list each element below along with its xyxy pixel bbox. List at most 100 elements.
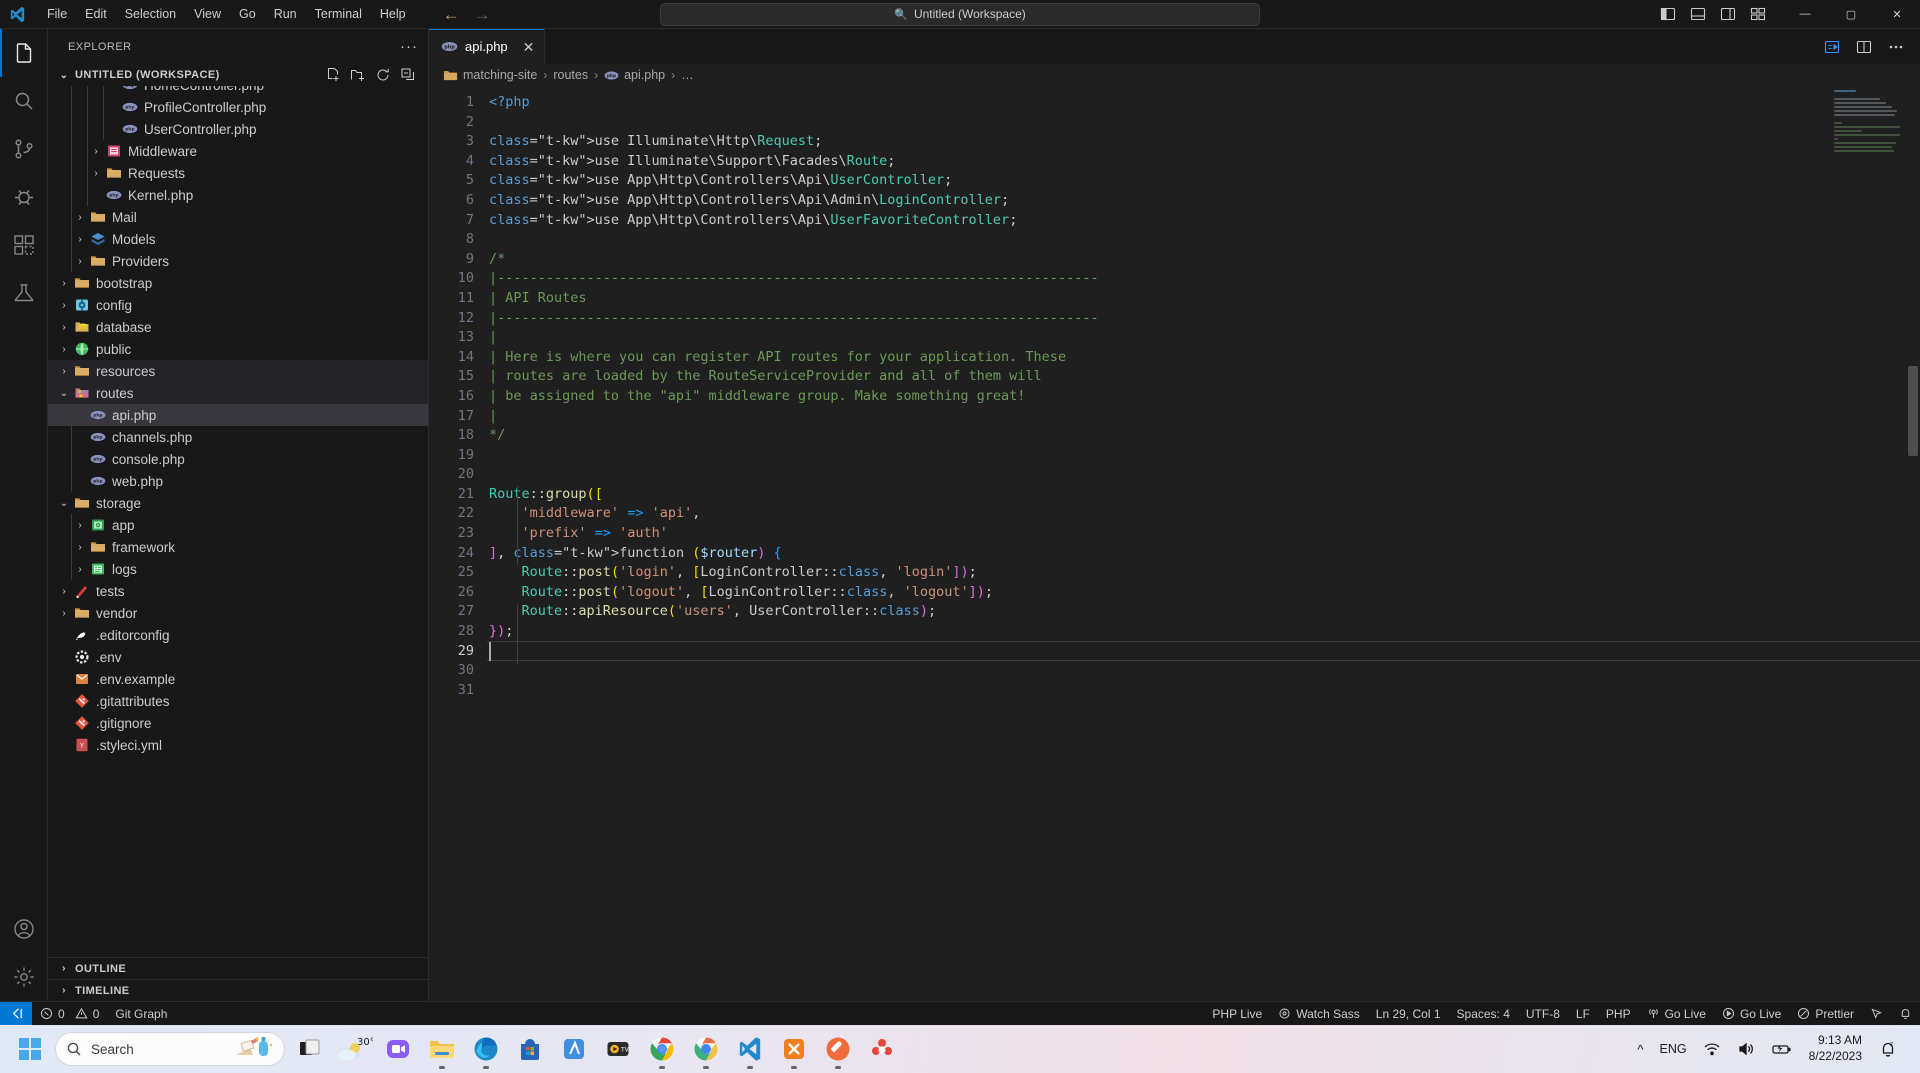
activity-accounts[interactable] (0, 905, 48, 953)
chevron-right-icon[interactable]: › (72, 256, 88, 267)
taskbar-xampp[interactable] (772, 1027, 816, 1071)
minimap[interactable] (1834, 90, 1906, 152)
code-content[interactable]: <?php class="t-kw">use Illuminate\Http\R… (487, 86, 1920, 1001)
tree-item-vendor[interactable]: › vendor (48, 602, 428, 624)
tree-item-usercontroller-php[interactable]: php UserController.php (48, 118, 428, 140)
status-encoding[interactable]: UTF-8 (1518, 1002, 1568, 1026)
chevron-right-icon[interactable]: › (56, 278, 72, 289)
tree-item-console-php[interactable]: php console.php (48, 448, 428, 470)
status-language-mode[interactable]: PHP (1598, 1002, 1639, 1026)
chevron-right-icon[interactable]: › (72, 234, 88, 245)
tree-item-logs[interactable]: › logs (48, 558, 428, 580)
tree-item-profilecontroller-php[interactable]: php ProfileController.php (48, 96, 428, 118)
toggle-secondary-sidebar-icon[interactable] (1720, 6, 1736, 22)
chevron-right-icon[interactable]: › (72, 564, 88, 575)
refresh-icon[interactable] (375, 67, 391, 83)
workspace-section-header[interactable]: ⌄ UNTITLED (WORKSPACE) (48, 64, 428, 86)
go-back-icon[interactable]: ← (443, 6, 460, 23)
customize-layout-icon[interactable] (1750, 6, 1766, 22)
chevron-down-icon[interactable]: ⌄ (56, 388, 72, 399)
activity-testing[interactable] (0, 269, 48, 317)
split-editor-icon[interactable] (1856, 39, 1872, 55)
new-file-icon[interactable] (325, 67, 341, 83)
status-feedback[interactable] (1862, 1002, 1891, 1026)
taskbar-microsoft-store[interactable] (508, 1027, 552, 1071)
taskbar-file-explorer[interactable] (420, 1027, 464, 1071)
status-watch-sass[interactable]: Watch Sass (1270, 1002, 1368, 1026)
editor-scrollbar[interactable] (1906, 86, 1920, 1001)
timeline-section[interactable]: › TIMELINE (48, 979, 428, 1001)
taskbar-weather[interactable]: 30° (332, 1027, 376, 1071)
activity-source-control[interactable] (0, 125, 48, 173)
tree-item-routes[interactable]: ⌄ routes (48, 382, 428, 404)
search-input[interactable]: Search (56, 1033, 284, 1065)
open-preview-icon[interactable] (1824, 39, 1840, 55)
tray-battery[interactable] (1763, 1029, 1801, 1069)
menu-terminal[interactable]: Terminal (306, 4, 371, 24)
close-button[interactable]: ✕ (1874, 0, 1920, 29)
activity-extensions[interactable] (0, 221, 48, 269)
status-notifications[interactable] (1891, 1002, 1920, 1026)
status-errors-warnings[interactable]: 0 0 (32, 1002, 107, 1026)
tree-item--env[interactable]: .env (48, 646, 428, 668)
tree-item-providers[interactable]: › Providers (48, 250, 428, 272)
status-go-live-2[interactable]: Go Live (1714, 1002, 1789, 1026)
chevron-right-icon[interactable]: › (56, 608, 72, 619)
tree-item-database[interactable]: › database (48, 316, 428, 338)
tree-item-framework[interactable]: › framework (48, 536, 428, 558)
chevron-right-icon[interactable]: › (88, 168, 104, 179)
toggle-primary-sidebar-icon[interactable] (1660, 6, 1676, 22)
menu-file[interactable]: File (38, 4, 76, 24)
outline-section[interactable]: › OUTLINE (48, 957, 428, 979)
code-editor[interactable]: 1 2 3 4 5 6 7 8 9 10 11 12 13 14 15 16 17 18 19 20 21 22 23 24 2… (429, 86, 1920, 1001)
tree-item-kernel-php[interactable]: php Kernel.php (48, 184, 428, 206)
menu-help[interactable]: Help (371, 4, 415, 24)
tree-item-mail[interactable]: › Mail (48, 206, 428, 228)
minimize-button[interactable]: — (1782, 0, 1828, 29)
chevron-right-icon[interactable]: › (56, 344, 72, 355)
taskbar-teams[interactable] (376, 1027, 420, 1071)
tree-item-bootstrap[interactable]: › bootstrap (48, 272, 428, 294)
status-cursor-position[interactable]: Ln 29, Col 1 (1368, 1002, 1449, 1026)
tree-item-api-php[interactable]: php api.php (48, 404, 428, 426)
new-folder-icon[interactable] (350, 67, 366, 83)
menu-go[interactable]: Go (230, 4, 265, 24)
tray-chevron-up-icon[interactable]: ^ (1629, 1029, 1651, 1069)
taskbar-postman[interactable] (816, 1027, 860, 1071)
file-tree[interactable]: php HomeController.php php ProfileControlle… (48, 86, 428, 957)
more-actions-icon[interactable] (1888, 39, 1904, 55)
breadcrumb-item-2[interactable]: php api.php (604, 68, 665, 83)
taskbar-chrome-beta[interactable] (684, 1027, 728, 1071)
tree-item-app[interactable]: › app (48, 514, 428, 536)
tree-item--env-example[interactable]: .env.example (48, 668, 428, 690)
chevron-right-icon[interactable]: › (72, 542, 88, 553)
chevron-right-icon[interactable]: › (56, 300, 72, 311)
collapse-all-icon[interactable] (400, 67, 416, 83)
start-button[interactable] (8, 1038, 52, 1060)
tray-notifications[interactable]: z (1870, 1029, 1906, 1069)
activity-explorer[interactable] (0, 29, 48, 77)
tree-item-config[interactable]: › config (48, 294, 428, 316)
menu-view[interactable]: View (185, 4, 230, 24)
tree-item--gitattributes[interactable]: .gitattributes (48, 690, 428, 712)
taskbar-task-view[interactable] (288, 1027, 332, 1071)
chevron-right-icon[interactable]: › (88, 146, 104, 157)
chevron-right-icon[interactable]: › (56, 366, 72, 377)
chevron-down-icon[interactable]: ⌄ (56, 498, 72, 509)
remote-indicator[interactable] (0, 1001, 32, 1026)
views-more-actions[interactable]: ··· (400, 38, 418, 55)
chevron-right-icon[interactable]: › (72, 212, 88, 223)
taskbar-app-blue[interactable] (552, 1027, 596, 1071)
tree-item--styleci-yml[interactable]: Y .styleci.yml (48, 734, 428, 756)
menu-edit[interactable]: Edit (76, 4, 116, 24)
tree-item-requests[interactable]: › Requests (48, 162, 428, 184)
command-center[interactable]: 🔍 Untitled (Workspace) (660, 2, 1260, 26)
chevron-right-icon[interactable]: › (56, 322, 72, 333)
status-go-live-1[interactable]: Go Live (1639, 1002, 1714, 1026)
tray-language[interactable]: ENG (1652, 1029, 1695, 1069)
menu-run[interactable]: Run (265, 4, 306, 24)
tree-item-resources[interactable]: › resources (48, 360, 428, 382)
tree-item--editorconfig[interactable]: .editorconfig (48, 624, 428, 646)
taskbar-media-player[interactable]: TV (596, 1027, 640, 1071)
tree-item--gitignore[interactable]: .gitignore (48, 712, 428, 734)
